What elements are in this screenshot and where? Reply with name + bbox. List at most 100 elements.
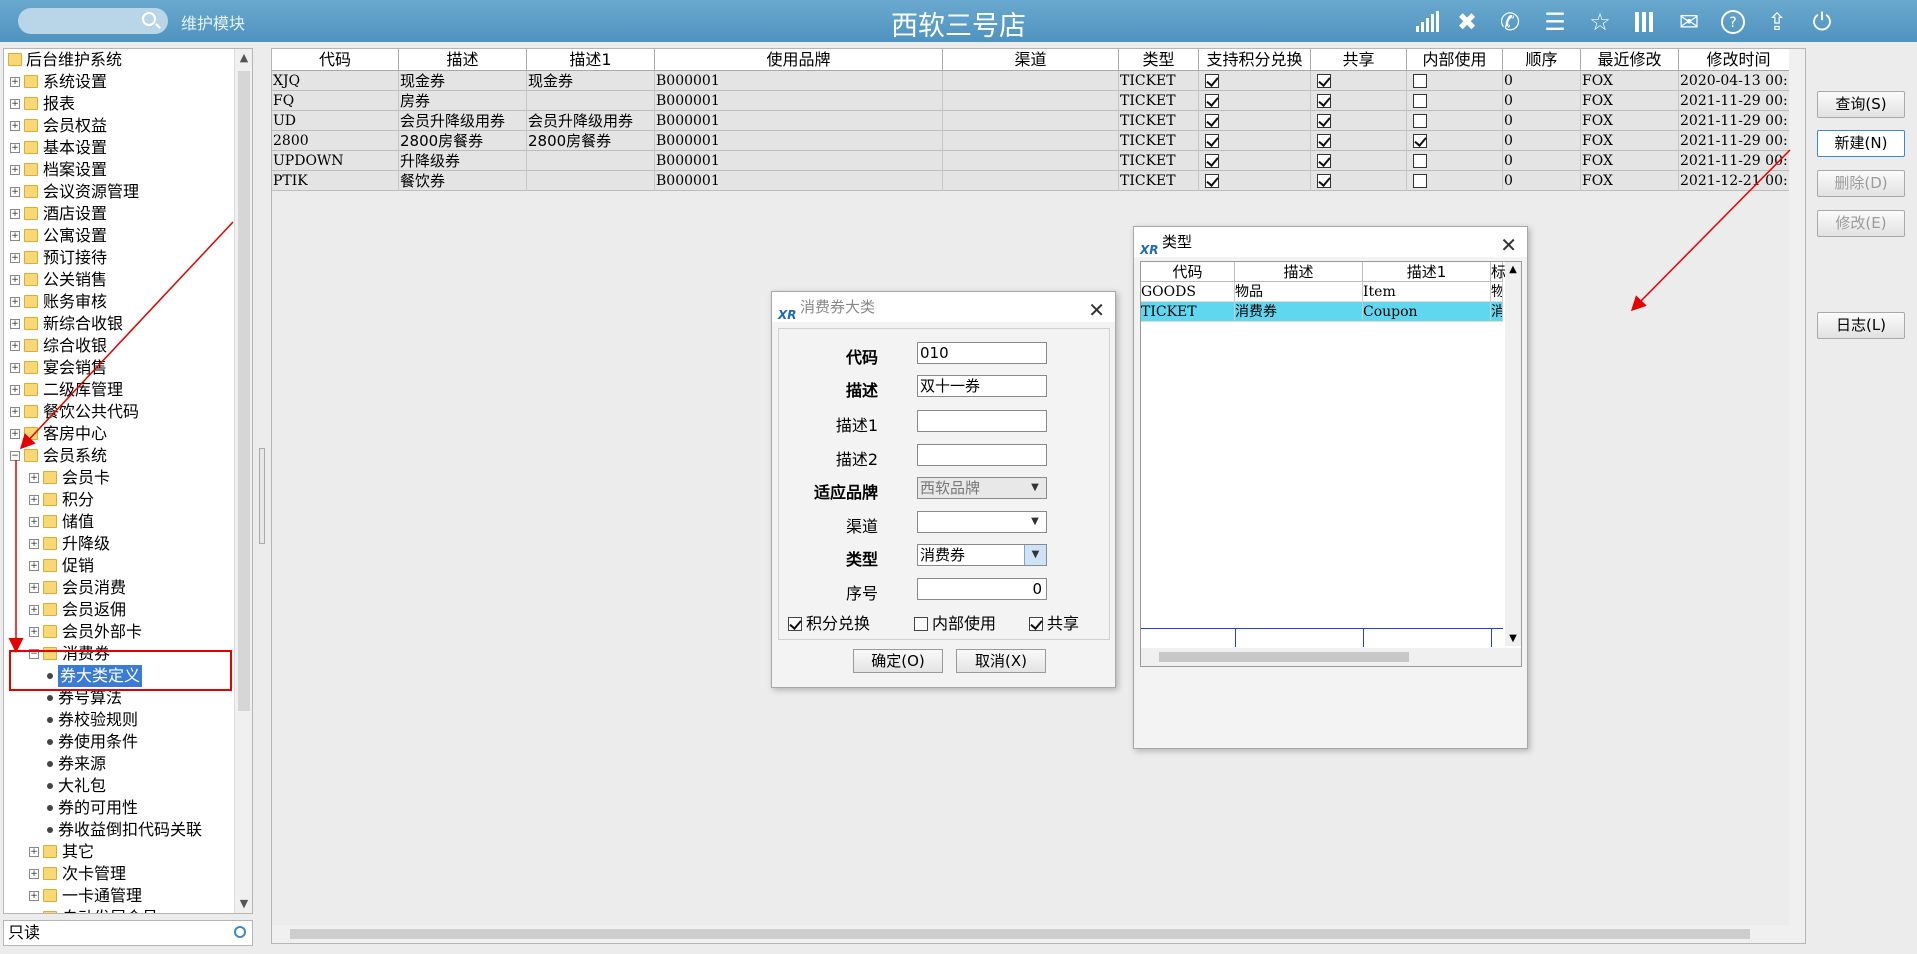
table-cell[interactable]: 升降级券 [399, 151, 527, 171]
table-cell[interactable]: FOX [1581, 71, 1679, 91]
tree-scroll-thumb[interactable] [238, 71, 250, 711]
table-cell[interactable] [943, 151, 1119, 171]
table-cell[interactable]: B000001 [655, 171, 943, 191]
tree-item[interactable]: 券来源 [4, 753, 236, 775]
tree-item[interactable]: + 会员消费 [4, 577, 236, 599]
chevron-down-icon[interactable]: ▼ [1024, 478, 1046, 498]
table-cell[interactable]: 消费券 [1235, 302, 1363, 322]
table-row[interactable]: UD 会员升降级用券 会员升降级用券 B000001 TICKET 0 FOX 2021-11… [272, 111, 1799, 131]
checkbox-icon[interactable] [788, 617, 802, 631]
table-cell[interactable]: TICKET [1119, 71, 1199, 91]
columns-icon[interactable] [1630, 8, 1658, 36]
query-button[interactable]: 查询(S) [1817, 91, 1905, 118]
expand-icon[interactable]: + [10, 341, 20, 351]
table-row[interactable]: 2800 2800房餐券 2800房餐券 B000001 TICKET 0 FOX 2021-… [272, 131, 1799, 151]
chevron-down-icon[interactable]: ▼ [1024, 545, 1046, 565]
grid-horizontal-scrollbar[interactable] [272, 925, 1805, 943]
type-lookup-dialog[interactable]: XR 类型 ✕ 代码描述描述1标 GOODS物品Item物TICKET消费券Co… [1133, 226, 1528, 749]
scroll-up-icon[interactable]: ▲ [235, 49, 252, 67]
tree-item[interactable]: + 综合收银 [4, 335, 236, 357]
tree-item[interactable]: + 预订接待 [4, 247, 236, 269]
expand-icon[interactable]: + [29, 495, 39, 505]
tree-item[interactable]: + 公关销售 [4, 269, 236, 291]
tree-item[interactable]: − 会员系统 [4, 445, 236, 467]
table-cell[interactable]: 餐饮券 [399, 171, 527, 191]
table-cell[interactable] [943, 111, 1119, 131]
table-cell[interactable]: 房券 [399, 91, 527, 111]
expand-icon[interactable]: + [10, 187, 20, 197]
table-cell[interactable]: B000001 [655, 71, 943, 91]
tree-item[interactable]: + 账务审核 [4, 291, 236, 313]
menu-icon[interactable]: ☰ [1541, 8, 1569, 36]
checkbox-icon[interactable] [1317, 74, 1331, 88]
table-cell[interactable]: 0 [1503, 151, 1581, 171]
grid-scroll-thumb[interactable] [290, 929, 1750, 939]
tree-scrollbar[interactable]: ▲ ▼ [234, 49, 252, 913]
column-header[interactable]: 修改时间 [1679, 49, 1799, 71]
table-cell[interactable]: 2800房餐券 [399, 131, 527, 151]
power-icon[interactable]: ⏻ [1808, 8, 1836, 36]
table-cell[interactable]: 2021-11-29 00: [1679, 131, 1799, 151]
table-cell[interactable]: FOX [1581, 171, 1679, 191]
expand-icon[interactable]: + [29, 517, 39, 527]
checkbox-cell[interactable] [1311, 131, 1407, 151]
tree-item[interactable]: + 宴会销售 [4, 357, 236, 379]
cancel-button[interactable]: 取消(X) [956, 649, 1046, 673]
tree-item[interactable]: + 酒店设置 [4, 203, 236, 225]
checkbox-cell[interactable] [1311, 171, 1407, 191]
table-cell[interactable]: 消 [1491, 302, 1503, 322]
table-cell[interactable]: Item [1363, 282, 1491, 302]
tree-item[interactable]: + 公寓设置 [4, 225, 236, 247]
checkbox-cell[interactable] [1407, 151, 1503, 171]
checkbox-cell[interactable] [1311, 71, 1407, 91]
checkbox-cell[interactable] [1199, 111, 1311, 131]
expand-icon[interactable]: + [10, 209, 20, 219]
expand-icon[interactable]: + [29, 847, 39, 857]
internal-checkbox[interactable]: 内部使用 [914, 614, 996, 634]
new-button[interactable]: 新建(N) [1817, 130, 1905, 157]
expand-icon[interactable]: + [10, 77, 20, 87]
table-row[interactable]: FQ 房券 B000001 TICKET 0 FOX 2021-11-29 00: [272, 91, 1799, 111]
type-grid[interactable]: 代码描述描述1标 GOODS物品Item物TICKET消费券Coupon消 ▲▼ [1140, 261, 1522, 667]
table-cell[interactable]: XJQ [272, 71, 399, 91]
table-cell[interactable]: FOX [1581, 131, 1679, 151]
expand-icon[interactable]: + [10, 363, 20, 373]
table-cell[interactable] [943, 131, 1119, 151]
checkbox-icon[interactable] [1205, 94, 1219, 108]
table-cell[interactable]: UD [272, 111, 399, 131]
checkbox-icon[interactable] [1317, 94, 1331, 108]
scroll-down-icon[interactable]: ▼ [235, 895, 252, 913]
collapse-icon[interactable]: − [10, 451, 20, 461]
table-cell[interactable]: 0 [1503, 91, 1581, 111]
checkbox-icon[interactable] [1413, 154, 1427, 168]
expand-icon[interactable]: + [29, 869, 39, 879]
mail-icon[interactable]: ✉ [1675, 8, 1703, 36]
checkbox-cell[interactable] [1407, 91, 1503, 111]
brand-select[interactable]: 西软品牌 ▼ [917, 477, 1047, 499]
exit-icon[interactable]: ⇪ [1763, 8, 1791, 36]
column-header[interactable]: 支持积分兑换 [1199, 49, 1311, 71]
table-cell[interactable]: B000001 [655, 111, 943, 131]
table-cell[interactable]: GOODS [1141, 282, 1235, 302]
close-icon[interactable]: ✕ [1500, 230, 1517, 260]
table-cell[interactable]: B000001 [655, 91, 943, 111]
column-header[interactable]: 代码 [272, 49, 399, 71]
tree-item[interactable]: + 新综合收银 [4, 313, 236, 335]
table-cell[interactable]: TICKET [1119, 171, 1199, 191]
tree-item[interactable]: + 其它 [4, 841, 236, 863]
tree-item[interactable]: + 储值 [4, 511, 236, 533]
column-header[interactable]: 描述 [399, 49, 527, 71]
ok-button[interactable]: 确定(O) [853, 649, 943, 673]
column-header[interactable]: 最近修改 [1581, 49, 1679, 71]
expand-icon[interactable]: + [10, 297, 20, 307]
channel-select[interactable]: ▼ [917, 511, 1047, 533]
column-header[interactable]: 描述1 [1363, 262, 1491, 282]
table-cell[interactable]: TICKET [1141, 302, 1235, 322]
code-field[interactable]: 010 [917, 342, 1047, 364]
checkbox-icon[interactable] [1317, 154, 1331, 168]
scroll-down-icon[interactable]: ▼ [1505, 633, 1521, 644]
column-header[interactable]: 标 [1491, 262, 1506, 282]
navigation-tree[interactable]: 后台维护系统 + 系统设置 + 报表 + 会员权益 + 基本设置 + 档案设置 + 会议资源管理 + 酒店设… [3, 48, 253, 914]
table-cell[interactable]: FOX [1581, 111, 1679, 131]
checkbox-icon[interactable] [1317, 134, 1331, 148]
